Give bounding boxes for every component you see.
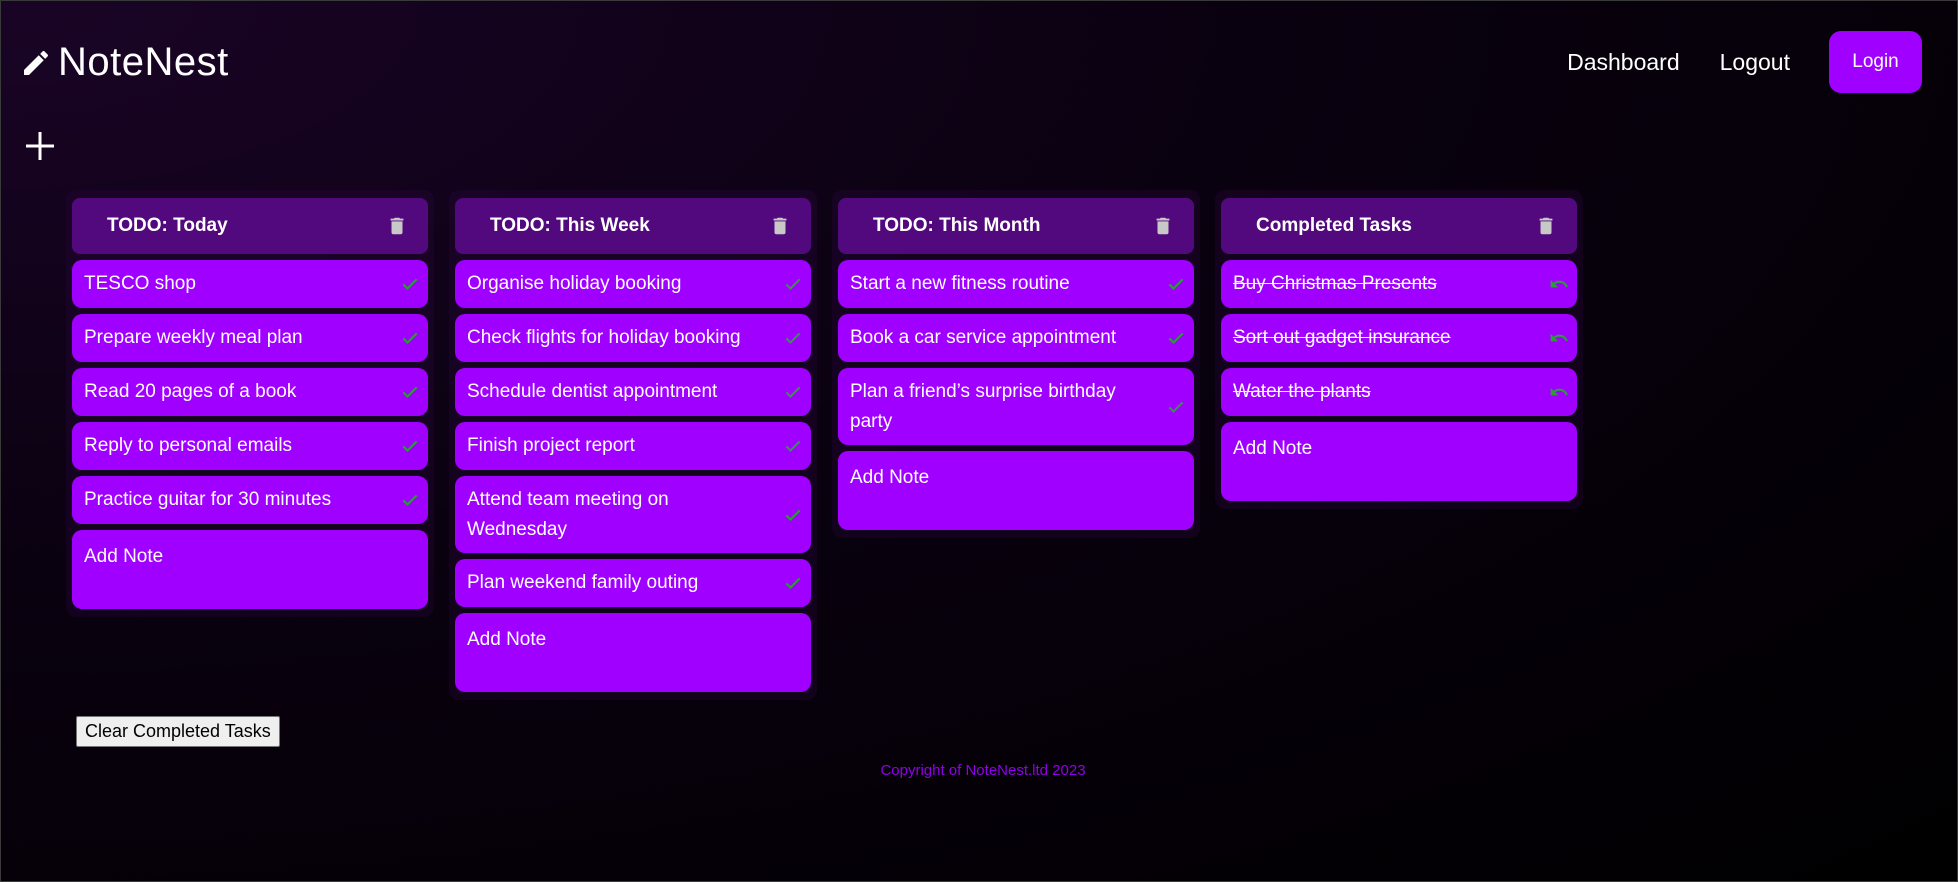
board-todo-this-month: TODO: This Month Start a new fitness rou… xyxy=(832,190,1200,538)
boards-container: TODO: Today TESCO shop Prepare weekly me… xyxy=(66,190,1583,700)
check-icon[interactable] xyxy=(783,382,803,402)
note-text: Attend team meeting on Wednesday xyxy=(467,489,669,540)
brand-name: NoteNest xyxy=(58,40,229,84)
note-text: Schedule dentist appointment xyxy=(467,381,718,402)
note-item[interactable]: Organise holiday booking xyxy=(455,260,811,308)
add-note-field[interactable]: Add Note xyxy=(455,613,811,692)
note-item-completed[interactable]: Water the plants xyxy=(1221,368,1577,416)
board-header: TODO: This Week xyxy=(455,198,811,254)
brand-logo[interactable]: NoteNest xyxy=(20,40,229,85)
note-item[interactable]: Start a new fitness routine xyxy=(838,260,1194,308)
trash-icon[interactable] xyxy=(386,214,408,238)
add-note-field[interactable]: Add Note xyxy=(838,451,1194,530)
check-icon[interactable] xyxy=(783,274,803,294)
note-item[interactable]: Attend team meeting on Wednesday xyxy=(455,476,811,553)
add-note-field[interactable]: Add Note xyxy=(1221,422,1577,501)
note-text: Plan weekend family outing xyxy=(467,572,699,593)
pencil-icon xyxy=(24,50,49,75)
check-icon[interactable] xyxy=(1166,328,1186,348)
note-item[interactable]: Read 20 pages of a book xyxy=(72,368,428,416)
board-header: TODO: This Month xyxy=(838,198,1194,254)
note-item-completed[interactable]: Sort out gadget insurance xyxy=(1221,314,1577,362)
note-text: Prepare weekly meal plan xyxy=(84,327,303,348)
board-todo-this-week: TODO: This Week Organise holiday booking… xyxy=(449,190,817,700)
note-text: Practice guitar for 30 minutes xyxy=(84,489,332,510)
undo-icon[interactable] xyxy=(1549,382,1569,402)
note-item[interactable]: Book a car service appointment xyxy=(838,314,1194,362)
trash-icon[interactable] xyxy=(769,214,791,238)
note-item[interactable]: Reply to personal emails xyxy=(72,422,428,470)
note-text: Book a car service appointment xyxy=(850,327,1117,348)
check-icon[interactable] xyxy=(783,328,803,348)
board-todo-today: TODO: Today TESCO shop Prepare weekly me… xyxy=(66,190,434,617)
note-text: TESCO shop xyxy=(84,273,196,294)
undo-icon[interactable] xyxy=(1549,274,1569,294)
check-icon[interactable] xyxy=(783,436,803,456)
note-item-completed[interactable]: Buy Christmas Presents xyxy=(1221,260,1577,308)
check-icon[interactable] xyxy=(400,328,420,348)
check-icon[interactable] xyxy=(1166,274,1186,294)
undo-icon[interactable] xyxy=(1549,328,1569,348)
board-title: TODO: Today xyxy=(107,215,228,236)
board-title: Completed Tasks xyxy=(1256,215,1412,236)
add-note-field[interactable]: Add Note xyxy=(72,530,428,609)
board-completed-tasks: Completed Tasks Buy Christmas Presents S… xyxy=(1215,190,1583,509)
note-item[interactable]: Check flights for holiday booking xyxy=(455,314,811,362)
check-icon[interactable] xyxy=(1166,397,1186,417)
check-icon[interactable] xyxy=(400,490,420,510)
note-text: Organise holiday booking xyxy=(467,273,682,294)
check-icon[interactable] xyxy=(400,382,420,402)
note-item[interactable]: Plan a friend’s surprise birthday party xyxy=(838,368,1194,445)
board-title: TODO: This Month xyxy=(873,215,1041,236)
note-item[interactable]: Schedule dentist appointment xyxy=(455,368,811,416)
trash-icon[interactable] xyxy=(1535,214,1557,238)
login-button[interactable]: Login xyxy=(1829,31,1922,93)
board-header: TODO: Today xyxy=(72,198,428,254)
note-item[interactable]: Practice guitar for 30 minutes xyxy=(72,476,428,524)
nav-logout-link[interactable]: Logout xyxy=(1720,49,1790,76)
note-text: Water the plants xyxy=(1233,381,1371,402)
plus-icon xyxy=(26,132,54,160)
note-text: Buy Christmas Presents xyxy=(1233,273,1437,294)
check-icon[interactable] xyxy=(400,436,420,456)
note-text: Plan a friend’s surprise birthday party xyxy=(850,381,1116,432)
note-item[interactable]: TESCO shop xyxy=(72,260,428,308)
top-nav: Dashboard Logout Login xyxy=(1567,31,1922,93)
nav-dashboard-link[interactable]: Dashboard xyxy=(1567,49,1680,76)
clear-completed-button[interactable]: Clear Completed Tasks xyxy=(76,716,280,747)
check-icon[interactable] xyxy=(783,505,803,525)
note-item[interactable]: Prepare weekly meal plan xyxy=(72,314,428,362)
note-text: Reply to personal emails xyxy=(84,435,293,456)
add-board-button[interactable] xyxy=(20,126,60,166)
note-text: Check flights for holiday booking xyxy=(467,327,741,348)
note-text: Finish project report xyxy=(467,435,635,456)
note-text: Start a new fitness routine xyxy=(850,273,1070,294)
check-icon[interactable] xyxy=(783,573,803,593)
board-header: Completed Tasks xyxy=(1221,198,1577,254)
board-title: TODO: This Week xyxy=(490,215,650,236)
note-text: Sort out gadget insurance xyxy=(1233,327,1451,348)
footer-copyright: Copyright of NoteNest.ltd 2023 xyxy=(880,762,1086,779)
note-item[interactable]: Finish project report xyxy=(455,422,811,470)
check-icon[interactable] xyxy=(400,274,420,294)
trash-icon[interactable] xyxy=(1152,214,1174,238)
note-text: Read 20 pages of a book xyxy=(84,381,297,402)
note-item[interactable]: Plan weekend family outing xyxy=(455,559,811,607)
